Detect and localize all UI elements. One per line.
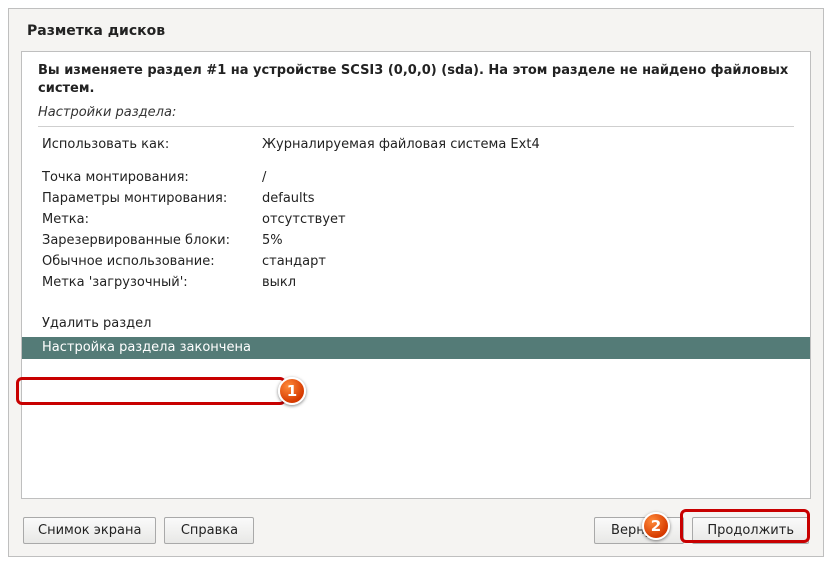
setting-value[interactable]: defaults: [262, 191, 790, 206]
setting-label[interactable]: Метка:: [42, 212, 262, 227]
spacer: [262, 517, 586, 544]
spacer: [42, 158, 790, 164]
content-frame: Вы изменяете раздел #1 на устройстве SCS…: [21, 51, 811, 499]
setting-value[interactable]: стандарт: [262, 254, 790, 269]
button-bar: Снимок экрана Справка Вернуть Продолжить: [9, 509, 823, 556]
setting-value[interactable]: отсутствует: [262, 212, 790, 227]
delete-partition-item[interactable]: Удалить раздел: [22, 312, 810, 335]
setting-label[interactable]: Параметры монтирования:: [42, 191, 262, 206]
setting-label[interactable]: Точка монтирования:: [42, 170, 262, 185]
continue-button[interactable]: Продолжить: [692, 517, 809, 544]
setting-label[interactable]: Обычное использование:: [42, 254, 262, 269]
setting-value[interactable]: Журналируемая файловая система Ext4: [262, 137, 790, 152]
installer-window: Разметка дисков Вы изменяете раздел #1 н…: [8, 8, 824, 557]
setting-value[interactable]: 5%: [262, 233, 790, 248]
page-title: Разметка дисков: [9, 9, 823, 47]
divider: [38, 126, 794, 127]
setting-value[interactable]: /: [262, 170, 790, 185]
setting-label[interactable]: Использовать как:: [42, 137, 262, 152]
help-button[interactable]: Справка: [164, 517, 254, 544]
section-subtitle: Настройки раздела:: [22, 105, 810, 126]
back-button[interactable]: Вернуть: [594, 517, 684, 544]
screenshot-button[interactable]: Снимок экрана: [23, 517, 156, 544]
setting-label[interactable]: Метка 'загрузочный':: [42, 275, 262, 290]
partition-settings: Использовать как: Журналируемая файловая…: [22, 135, 810, 298]
setting-value[interactable]: выкл: [262, 275, 790, 290]
info-text: Вы изменяете раздел #1 на устройстве SCS…: [22, 52, 810, 105]
spacer: [22, 298, 810, 312]
done-partition-item[interactable]: Настройка раздела закончена: [22, 337, 810, 359]
setting-label[interactable]: Зарезервированные блоки:: [42, 233, 262, 248]
